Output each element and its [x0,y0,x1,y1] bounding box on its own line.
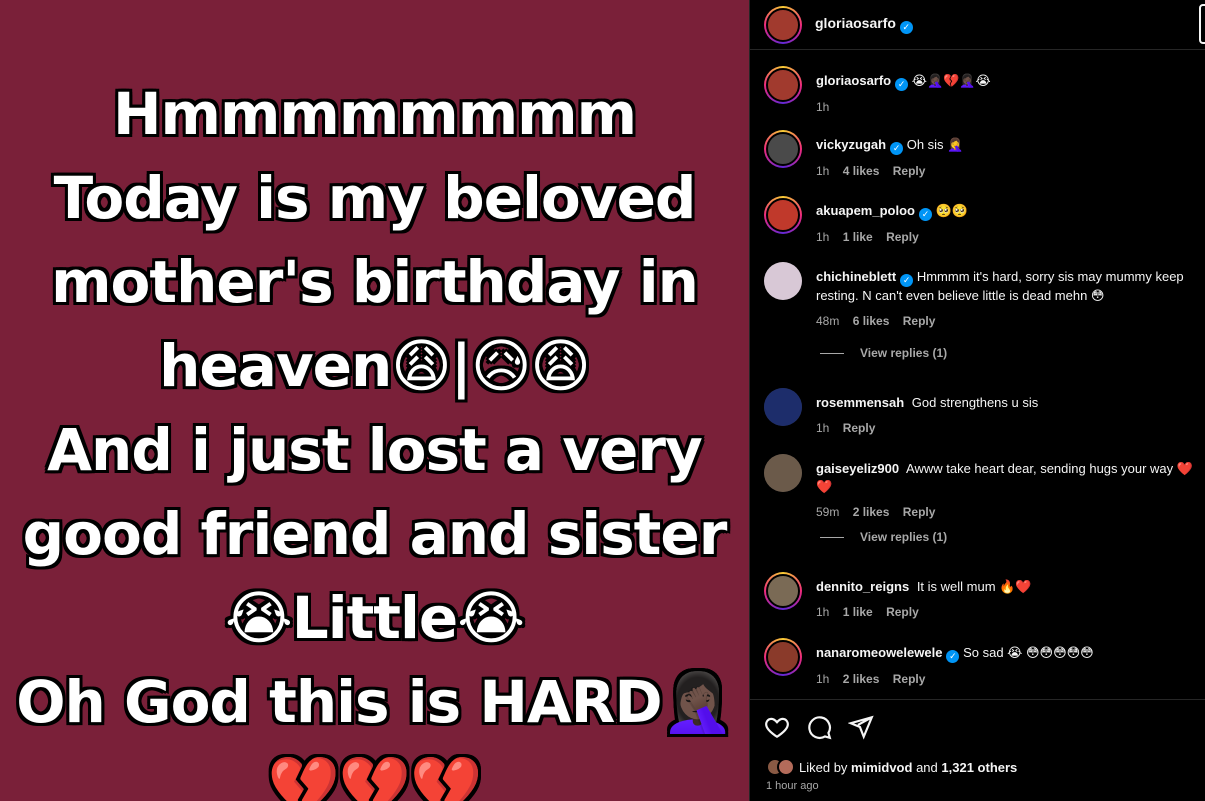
avatar[interactable] [764,454,802,492]
likes-count[interactable]: 1,321 others [941,760,1017,775]
avatar[interactable] [764,130,802,168]
comment-username[interactable]: nanaromeowelewele [816,645,942,660]
comments-panel: gloriaosarfo ✓ gloriaosarfo ✓ 😭🤦🏿‍♀️💔🤦🏿‍♀… [749,0,1205,801]
view-replies-button[interactable]: View replies (1) [820,346,947,360]
avatar[interactable] [764,638,802,676]
view-replies-label: View replies (1) [860,346,948,360]
likes-summary: Liked by mimidvod and 1,321 others [766,758,1017,776]
reply-button[interactable]: Reply [893,164,926,178]
comment-time: 1h [816,164,830,178]
post-actions: Liked by mimidvod and 1,321 others 1 hou… [750,699,1205,801]
comment-text: Oh sis 🤦‍♀️ [906,137,964,152]
verified-icon: ✓ [895,78,909,91]
comment-likes[interactable]: 1 like [843,605,873,619]
view-replies-button[interactable]: View replies (1) [820,530,947,544]
avatar[interactable] [764,6,802,44]
post-line: Hmmmmmmmm [112,80,637,148]
comment-text: 😭🤦🏿‍♀️💔🤦🏿‍♀️😭 [911,73,991,88]
more-options-button[interactable] [1199,4,1205,44]
verified-icon: ✓ [900,274,914,287]
verified-icon: ✓ [890,142,904,155]
comment-time: 1h [816,100,830,114]
post-line: mother's birthday in [51,248,699,316]
liker-avatars [766,758,795,776]
comment-username[interactable]: akuapem_poloo [816,203,915,218]
reply-button[interactable]: Reply [903,505,936,519]
post-line: 😭Little😭 [224,584,525,652]
avatar[interactable] [764,262,802,300]
share-icon[interactable] [848,714,874,740]
reply-button[interactable]: Reply [886,230,919,244]
comment-likes[interactable]: 6 likes [853,314,890,328]
comment-text: It is well mum 🔥❤️ [916,579,1032,594]
post-line: Oh God this is HARD🤦🏿‍♀️ [16,668,734,736]
post-timestamp: 1 hour ago [766,780,819,792]
comment-username[interactable]: gloriaosarfo [816,73,891,88]
comment-username[interactable]: chichineblett [816,269,896,284]
comment-username[interactable]: dennito_reigns [816,579,909,594]
comment-time: 1h [816,421,830,435]
comment-time: 1h [816,230,830,244]
comment-username[interactable]: rosemmensah [816,395,904,410]
comment-likes[interactable]: 2 likes [843,672,880,686]
reply-button[interactable]: Reply [903,314,936,328]
post-header: gloriaosarfo ✓ [750,0,1205,50]
post-line: heaven😩|😥😩 [159,332,591,400]
view-replies-label: View replies (1) [860,530,948,544]
reply-button[interactable]: Reply [893,672,926,686]
comment-text: 🥺🥺 [935,203,968,218]
comment-text: God strengthens u sis [911,395,1039,410]
avatar[interactable] [764,66,802,104]
comment-likes[interactable]: 1 like [843,230,873,244]
comment-time: 48m [816,314,840,328]
heart-icon[interactable] [764,714,790,740]
verified-icon: ✓ [946,650,960,663]
post-image: Hmmmmmmmm Today is my beloved mother's b… [0,0,749,801]
comment-icon[interactable] [806,714,832,740]
liked-by-user[interactable]: mimidvod [851,760,912,775]
avatar[interactable] [764,388,802,426]
comment-username[interactable]: vickyzugah [816,137,886,152]
header-username[interactable]: gloriaosarfo [815,15,896,31]
comment-time: 1h [816,605,830,619]
comment-time: 1h [816,672,830,686]
post-line: good friend and sister [22,500,728,568]
reply-button[interactable]: Reply [886,605,919,619]
post-text: Hmmmmmmmm Today is my beloved mother's b… [0,72,749,801]
liked-by-and: and [916,759,938,775]
comment-time: 59m [816,505,840,519]
post-line: And i just lost a very [47,416,703,484]
post-line: Today is my beloved [53,164,697,232]
verified-icon: ✓ [918,208,932,221]
comment-username[interactable]: gaiseyeliz900 [816,461,899,476]
comment-likes[interactable]: 4 likes [843,164,880,178]
comment-text: So sad 😭 😳😳😳😳😳 [963,645,1094,660]
avatar[interactable] [764,196,802,234]
post-line: 💔💔💔 [267,752,483,801]
avatar[interactable] [764,572,802,610]
comment-likes[interactable]: 2 likes [853,505,890,519]
verified-icon: ✓ [899,21,913,34]
reply-button[interactable]: Reply [843,421,876,435]
liked-by-label: Liked by [799,759,848,775]
